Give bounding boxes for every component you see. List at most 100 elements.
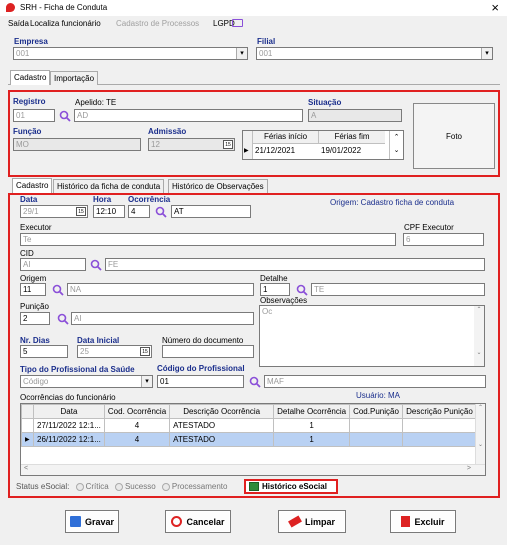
observacoes-scrollbar[interactable]: ⌃ ⌄ [474,306,484,366]
usuario-text: Usuário: MA [356,391,401,400]
punicao-code-field[interactable]: 2 [20,312,50,325]
executor-field[interactable]: Te [20,233,396,246]
cell-detalhe: 1 [273,418,351,433]
menu-saida[interactable]: Saída [8,19,29,28]
table-row[interactable]: 27/11/2022 12:1... 4 ATESTADO 1 [21,418,478,433]
admissao-label: Admissão [148,127,187,136]
tab-cadastro[interactable]: Cadastro [10,70,51,85]
radio-critica[interactable] [75,482,84,491]
cid-code-field[interactable]: AI [20,258,86,271]
col-cod-punicao[interactable]: Cod.Punição [349,404,403,419]
search-icon[interactable] [57,313,69,325]
eraser-icon [288,515,302,528]
ferias-inicio-header: Férias início [253,131,319,144]
hora-field[interactable]: 12:10 [93,205,125,218]
col-cod-ocorrencia[interactable]: Cod. Ocorrência [103,404,171,419]
tab-importacao[interactable]: Importação [50,71,99,85]
ferias-inicio-cell: 21/12/2021 [255,146,296,155]
tab-historico-ficha[interactable]: Histórico da ficha de conduta [53,179,165,193]
radio-sucesso[interactable] [114,482,123,491]
cell-desc-punicao [401,432,478,447]
grid-vscrollbar[interactable]: ⌃ ⌄ [475,404,485,465]
codprof-field[interactable]: 01 [157,375,244,388]
apelido-label: Apelido: TE [75,98,117,107]
cell-detalhe: 1 [273,432,351,447]
nome-field: AD [74,109,303,122]
chevron-down-icon: ▾ [481,48,492,59]
registro-field[interactable]: 01 [13,109,55,122]
table-row[interactable]: ▶ 26/11/2022 12:1... 4 ATESTADO 1 [21,432,478,447]
spreadsheet-icon [249,482,259,491]
chevron-down-icon: ▾ [236,48,247,59]
cid-desc-field: FE [105,258,485,271]
nrdias-field[interactable]: 5 [20,345,68,358]
ferias-scrollbar[interactable]: ⌃ ⌄ [389,131,403,159]
col-desc-ocorrencia[interactable]: Descrição Ocorrência [169,404,275,419]
limpar-button[interactable]: Limpar [278,510,346,533]
origem-desc-field: NA [67,283,254,296]
punicao-label: Punição [20,302,49,311]
radio-critica-label: Crítica [85,482,109,491]
cancelar-button[interactable]: Cancelar [165,510,231,533]
gravar-button[interactable]: Gravar [65,510,119,533]
menu-cadastro-processos: Cadastro de Processos [116,19,200,28]
historico-esocial-button[interactable]: Histórico eSocial [244,479,338,494]
menu-bar: Saída Localiza funcionário Cadastro de P… [0,17,507,31]
hora-label: Hora [93,195,112,204]
cell-desc-ocorrencia: ATESTADO [169,432,275,447]
data-field[interactable]: 29/1 15 [20,205,88,218]
menu-localiza-funcionario[interactable]: Localiza funcionário [30,19,101,28]
tab-cadastro-sub[interactable]: Cadastro [12,178,53,193]
search-icon[interactable] [249,376,261,388]
radio-processamento-label: Processamento [171,482,228,491]
cell-cod-ocorrencia: 4 [103,432,171,447]
origem-label: Origem [20,274,47,283]
close-icon[interactable]: × [491,0,499,15]
filial-select[interactable]: 001 ▾ [256,47,493,60]
cell-cod-punicao [349,432,403,447]
search-icon[interactable] [155,206,167,218]
situacao-field: A [308,109,402,122]
calendar-icon[interactable]: 15 [76,207,86,216]
cell-desc-punicao [401,418,478,433]
empresa-select[interactable]: 001 ▾ [13,47,248,60]
calendar-icon[interactable]: 15 [140,347,150,356]
col-desc-punicao[interactable]: Descrição Punição [401,404,478,419]
ocorrencia-code-field[interactable]: 4 [128,205,150,218]
ocorrencias-grid[interactable]: Data Cod. Ocorrência Descrição Ocorrênci… [20,403,486,476]
radio-processamento[interactable] [161,482,170,491]
col-detalhe[interactable]: Detalhe Ocorrência [273,404,351,419]
filial-label: Filial [257,37,276,46]
empresa-label: Empresa [14,37,48,46]
calendar-icon[interactable]: 15 [223,140,233,149]
observacoes-textarea[interactable]: Oc ⌃ ⌄ [259,305,485,367]
detalhe-code-field[interactable]: 1 [260,283,290,296]
status-esocial: Status eSocial: Crítica Sucesso Processa… [16,482,227,491]
save-icon [69,516,81,527]
search-icon[interactable] [52,284,64,296]
nrdias-label: Nr. Dias [20,336,50,345]
datainicial-label: Data Inicial [77,336,120,345]
search-icon[interactable] [296,284,308,296]
cell-data: 26/11/2022 12:1... [33,432,105,447]
status-label: Status eSocial: [16,482,70,491]
lgpd-monitor-icon[interactable] [232,19,243,27]
numdoc-label: Número do documento [162,336,244,345]
grid-hscrollbar[interactable]: < > [21,464,485,475]
excluir-button[interactable]: Excluir [390,510,456,533]
cpf-field[interactable]: 6 [403,233,484,246]
origem-code-field[interactable]: 11 [20,283,46,296]
window-title: SRH - Ficha de Conduta [20,3,108,12]
radio-sucesso-label: Sucesso [124,482,156,491]
executor-label: Executor [20,223,52,232]
tipoprof-select[interactable]: Código ▾ [20,375,153,388]
origem-text: Origem: Cadastro ficha de conduta [330,198,455,207]
cell-cod-punicao [349,418,403,433]
detalhe-desc-field: TE [311,283,485,296]
search-icon[interactable] [90,259,102,271]
col-data[interactable]: Data [33,404,105,419]
datainicial-field[interactable]: 25 15 [77,345,152,358]
tab-historico-observacoes[interactable]: Histórico de Observações [168,179,268,193]
numdoc-field[interactable] [162,345,254,358]
search-icon[interactable] [59,110,71,122]
